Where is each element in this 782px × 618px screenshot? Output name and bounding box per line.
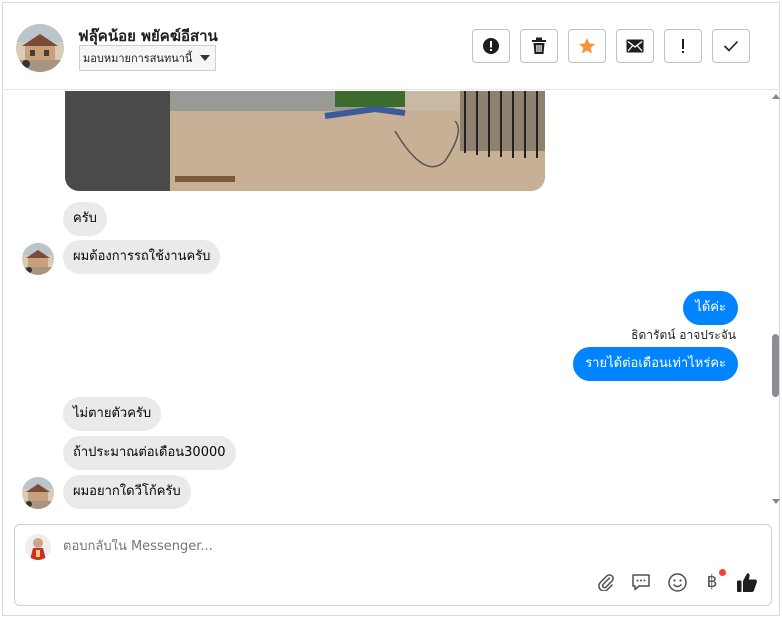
trash-icon	[532, 37, 546, 54]
reply-composer: ฿	[14, 524, 772, 606]
notification-dot	[719, 569, 726, 576]
saved-reply-icon[interactable]	[630, 571, 652, 593]
page-avatar	[25, 534, 51, 560]
check-icon	[723, 40, 739, 52]
like-icon[interactable]	[736, 571, 758, 593]
thread-scrollbar[interactable]	[768, 91, 782, 511]
contact-avatar-small[interactable]	[22, 477, 54, 509]
shared-photo[interactable]	[65, 91, 545, 191]
scroll-thumb[interactable]	[772, 334, 779, 397]
star-icon	[579, 38, 595, 54]
chevron-down-icon	[200, 55, 210, 61]
alert-circle-icon	[483, 38, 499, 54]
contact-avatar-small[interactable]	[22, 243, 54, 275]
outgoing-message[interactable]: ได้ค่ะ	[683, 291, 738, 325]
follow-up-button[interactable]	[664, 29, 702, 63]
sender-name: ธิดารัตน์ อาจประจัน	[631, 328, 736, 342]
scroll-up-arrow-icon[interactable]	[772, 94, 780, 99]
incoming-message[interactable]: ไม่ตายตัวครับ	[63, 397, 162, 431]
emoji-icon[interactable]	[666, 571, 688, 593]
incoming-message[interactable]: ผมอยากใดวีโก้ครับ	[63, 475, 191, 509]
assign-label: มอบหมายการสนทนานี้	[83, 52, 193, 65]
mark-unread-button[interactable]	[616, 29, 654, 63]
incoming-message[interactable]: ผมต้องการรถใช้งานครับ	[63, 240, 221, 274]
outgoing-message[interactable]: รายได้ต่อเดือนเท่าไหร่คะ	[573, 347, 738, 381]
exclamation-icon	[682, 39, 684, 53]
reply-input[interactable]	[63, 539, 663, 554]
attach-icon[interactable]	[595, 571, 617, 593]
incoming-message[interactable]: ครับ	[63, 202, 107, 236]
message-thread[interactable]: ครับ ผมต้องการรถใช้งานครับ ได้ค่ะ ธิดารั…	[2, 91, 780, 511]
delete-button[interactable]	[520, 29, 558, 63]
envelope-icon	[626, 39, 644, 53]
spam-button[interactable]	[472, 29, 510, 63]
mark-done-button[interactable]	[712, 29, 750, 63]
assign-conversation-dropdown[interactable]: มอบหมายการสนทนานี้	[79, 45, 216, 71]
contact-avatar[interactable]	[16, 24, 64, 72]
scroll-down-arrow-icon[interactable]	[772, 499, 780, 504]
star-button[interactable]	[568, 29, 606, 63]
incoming-message[interactable]: ถ้าประมาณต่อเดือน30000	[63, 436, 236, 470]
conversation-header: ฟลุ๊คน้อย พยัคฆ์อีสาน มอบหมายการสนทนานี้	[2, 2, 780, 90]
